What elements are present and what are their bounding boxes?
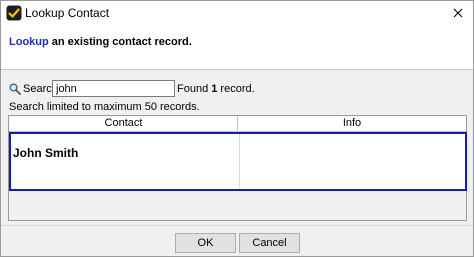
search-limit-note: Search limited to maximum 50 records.	[9, 101, 200, 113]
lookup-contact-dialog: Lookup Contact Lookup an existing contac…	[0, 0, 474, 257]
heading-text: an existing contact record.	[48, 36, 192, 48]
heading-accent: Lookup	[9, 36, 49, 48]
ok-button[interactable]: OK	[175, 233, 236, 253]
close-icon	[453, 8, 463, 18]
cell-divider	[239, 134, 240, 189]
result-count-suffix: record.	[217, 83, 255, 95]
cancel-button[interactable]: Cancel	[239, 233, 300, 253]
title-bar: Lookup Contact	[1, 1, 473, 25]
result-count: Found 1 record.	[177, 83, 255, 95]
footer-divider	[1, 225, 473, 226]
header-banner: Lookup an existing contact record.	[1, 25, 473, 70]
window-title: Lookup Contact	[25, 6, 110, 20]
column-header-contact[interactable]: Contact	[9, 117, 238, 129]
table-row[interactable]: John Smith	[9, 132, 467, 191]
search-icon	[9, 83, 21, 95]
search-input[interactable]	[52, 80, 175, 97]
column-header-info[interactable]: Info	[238, 117, 466, 129]
result-count-prefix: Found	[177, 83, 212, 95]
close-button[interactable]	[443, 1, 473, 25]
results-table: Contact Info John Smith	[8, 115, 467, 221]
table-header: Contact Info	[9, 116, 466, 132]
contact-cell: John Smith	[13, 146, 79, 160]
page-heading: Lookup an existing contact record.	[9, 36, 192, 48]
app-icon	[6, 5, 22, 21]
search-row: Search:	[9, 80, 175, 97]
